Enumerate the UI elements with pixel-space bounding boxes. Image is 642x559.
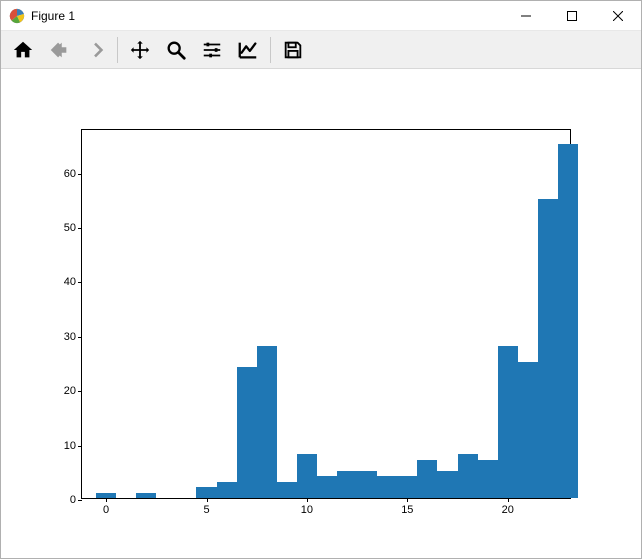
y-tick: [78, 337, 82, 338]
edit-axes-button[interactable]: [231, 34, 265, 66]
x-tick: [508, 498, 509, 502]
y-tick: [78, 500, 82, 501]
y-tick-label: 60: [64, 168, 76, 180]
sliders-icon: [201, 39, 223, 61]
app-icon: [9, 8, 25, 24]
toolbar-separator: [117, 37, 118, 63]
home-button[interactable]: [6, 34, 40, 66]
maximize-button[interactable]: [549, 1, 595, 31]
histogram-bar: [136, 493, 156, 498]
configure-subplots-button[interactable]: [195, 34, 229, 66]
histogram-bar: [217, 482, 237, 498]
save-button[interactable]: [276, 34, 310, 66]
y-tick: [78, 282, 82, 283]
histogram-bar: [437, 471, 457, 498]
y-tick: [78, 391, 82, 392]
y-tick: [78, 228, 82, 229]
histogram-bar: [257, 346, 277, 498]
zoom-icon: [165, 39, 187, 61]
y-tick-label: 40: [64, 276, 76, 288]
histogram-bar: [458, 454, 478, 498]
move-icon: [129, 39, 151, 61]
histogram-bar: [196, 487, 216, 498]
histogram-bar: [317, 476, 337, 498]
histogram-bar: [518, 362, 538, 498]
toolbar: [1, 31, 641, 69]
histogram-bar: [377, 476, 397, 498]
histogram-bar: [237, 367, 257, 498]
x-tick-label: 20: [502, 504, 514, 516]
histogram-bar: [397, 476, 417, 498]
titlebar: Figure 1: [1, 1, 641, 31]
axes: 010203040506005101520: [81, 129, 571, 499]
zoom-button[interactable]: [159, 34, 193, 66]
x-tick-label: 0: [103, 504, 109, 516]
x-tick-label: 5: [203, 504, 209, 516]
histogram-bar: [417, 460, 437, 498]
close-button[interactable]: [595, 1, 641, 31]
back-button[interactable]: [42, 34, 76, 66]
y-tick-label: 10: [64, 440, 76, 452]
x-tick-label: 10: [301, 504, 313, 516]
y-tick-label: 20: [64, 385, 76, 397]
histogram-bar: [538, 199, 558, 498]
arrow-left-icon: [48, 39, 70, 61]
histogram-bar: [357, 471, 377, 498]
window-title: Figure 1: [31, 9, 75, 23]
histogram-bar: [337, 471, 357, 498]
home-icon: [12, 39, 34, 61]
x-tick-label: 15: [401, 504, 413, 516]
minimize-button[interactable]: [503, 1, 549, 31]
chart-line-icon: [237, 39, 259, 61]
histogram-bar: [277, 482, 297, 498]
figure-window: Figure 1: [0, 0, 642, 559]
arrow-right-icon: [84, 39, 106, 61]
histogram-bar: [558, 144, 578, 498]
x-tick: [106, 498, 107, 502]
forward-button[interactable]: [78, 34, 112, 66]
histogram-bar: [478, 460, 498, 498]
y-tick-label: 30: [64, 331, 76, 343]
histogram-bar: [498, 346, 518, 498]
x-tick: [207, 498, 208, 502]
histogram-bar: [297, 454, 317, 498]
y-tick: [78, 446, 82, 447]
pan-button[interactable]: [123, 34, 157, 66]
toolbar-separator: [270, 37, 271, 63]
x-tick: [307, 498, 308, 502]
y-tick-label: 0: [70, 494, 76, 506]
figure-canvas[interactable]: 0 10 20 30 40 50 60 0 5 10 15 20: [1, 69, 641, 558]
y-tick: [78, 174, 82, 175]
save-icon: [282, 39, 304, 61]
x-tick: [407, 498, 408, 502]
y-tick-label: 50: [64, 222, 76, 234]
histogram-bar: [96, 493, 116, 498]
